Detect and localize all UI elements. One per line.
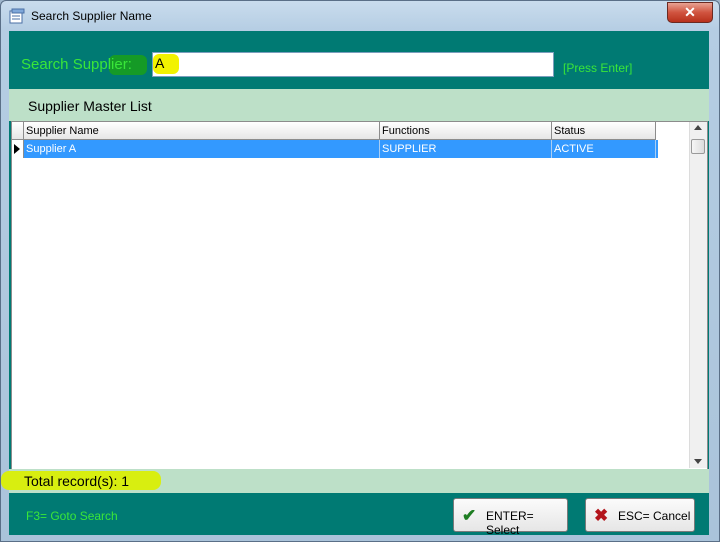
cell-functions: SUPPLIER bbox=[380, 140, 552, 158]
scroll-down-arrow-icon[interactable] bbox=[694, 459, 702, 464]
supplier-grid[interactable]: Supplier Name Functions Status Supplier … bbox=[11, 121, 708, 471]
window-title: Search Supplier Name bbox=[31, 9, 152, 23]
grid-corner bbox=[12, 122, 24, 140]
app-form-icon bbox=[9, 8, 25, 24]
cell-supplier-name: Supplier A bbox=[24, 140, 380, 158]
close-icon: ✕ bbox=[684, 4, 696, 20]
current-row-arrow-icon bbox=[14, 144, 20, 154]
list-title: Supplier Master List bbox=[28, 98, 152, 114]
column-header-functions[interactable]: Functions bbox=[380, 122, 552, 140]
x-icon: ✖ bbox=[594, 506, 609, 525]
table-row[interactable]: Supplier A SUPPLIER ACTIVE bbox=[24, 140, 658, 158]
dialog-body: Search Supplier: A [Press Enter] Supplie… bbox=[1, 31, 709, 537]
press-enter-hint: [Press Enter] bbox=[563, 61, 633, 75]
search-input[interactable]: A bbox=[152, 52, 554, 77]
cancel-button[interactable]: ✖ ESC= Cancel bbox=[585, 498, 695, 532]
title-bar[interactable]: Search Supplier Name ✕ bbox=[1, 1, 719, 31]
column-header-supplier-name[interactable]: Supplier Name bbox=[24, 122, 380, 140]
scroll-up-arrow-icon[interactable] bbox=[694, 125, 702, 130]
select-button-label: ENTER= Select bbox=[486, 509, 534, 537]
checkmark-icon: ✔ bbox=[462, 506, 477, 525]
list-header: Supplier Master List bbox=[9, 89, 709, 121]
column-header-status[interactable]: Status bbox=[552, 122, 656, 140]
close-button[interactable]: ✕ bbox=[667, 2, 713, 23]
status-bar: Total record(s): 1 bbox=[1, 469, 709, 493]
search-supplier-window: Search Supplier Name ✕ Search Supplier: … bbox=[0, 0, 720, 542]
search-input-value: A bbox=[155, 55, 165, 71]
cell-status: ACTIVE bbox=[552, 140, 656, 158]
cancel-button-label: ESC= Cancel bbox=[618, 509, 691, 523]
row-selector[interactable] bbox=[12, 140, 24, 158]
vertical-scrollbar[interactable] bbox=[689, 122, 707, 468]
scrollbar-thumb[interactable] bbox=[691, 139, 705, 154]
select-button[interactable]: ✔ ENTER= Select bbox=[453, 498, 568, 537]
search-label: Search Supplier: bbox=[21, 56, 132, 73]
goto-search-hint: F3= Goto Search bbox=[26, 509, 118, 523]
total-records: Total record(s): 1 bbox=[24, 473, 130, 489]
